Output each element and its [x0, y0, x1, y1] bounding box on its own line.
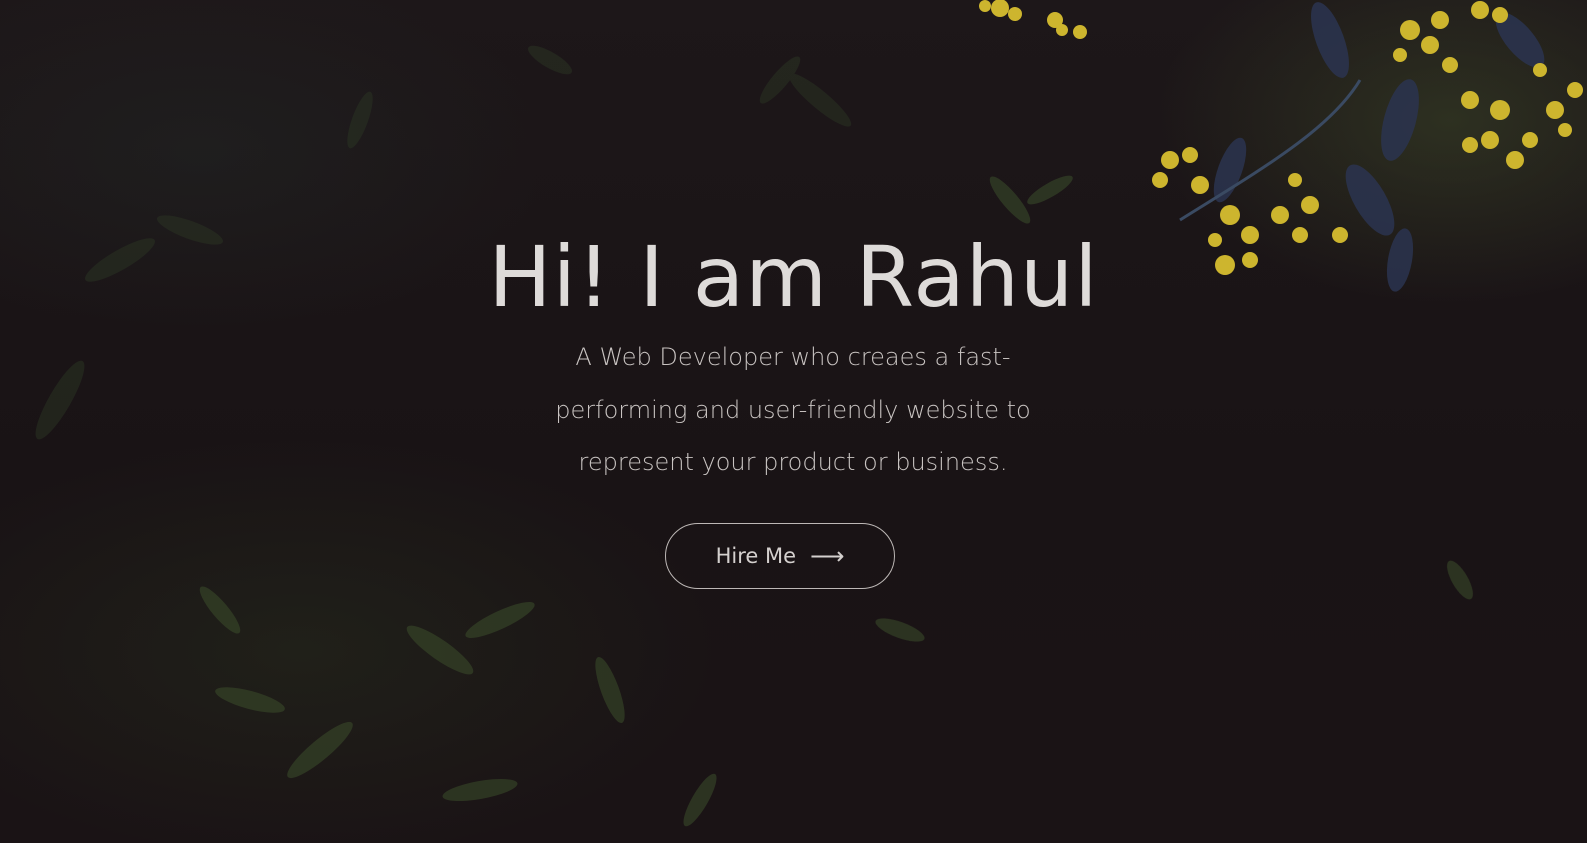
hero-section: Hi! I am Rahul A Web Developer who creae… — [0, 0, 1587, 843]
hire-me-button[interactable]: Hire Me ⟶ — [665, 523, 895, 589]
hero-content: Hi! I am Rahul A Web Developer who creae… — [0, 0, 1587, 843]
hero-subtitle: A Web Developer who creaes a fast-perfor… — [555, 343, 1031, 476]
arrow-right-icon: ⟶ — [810, 542, 845, 570]
page-title: Hi! I am Rahul — [488, 228, 1099, 326]
hire-me-label: Hire Me — [715, 544, 797, 568]
